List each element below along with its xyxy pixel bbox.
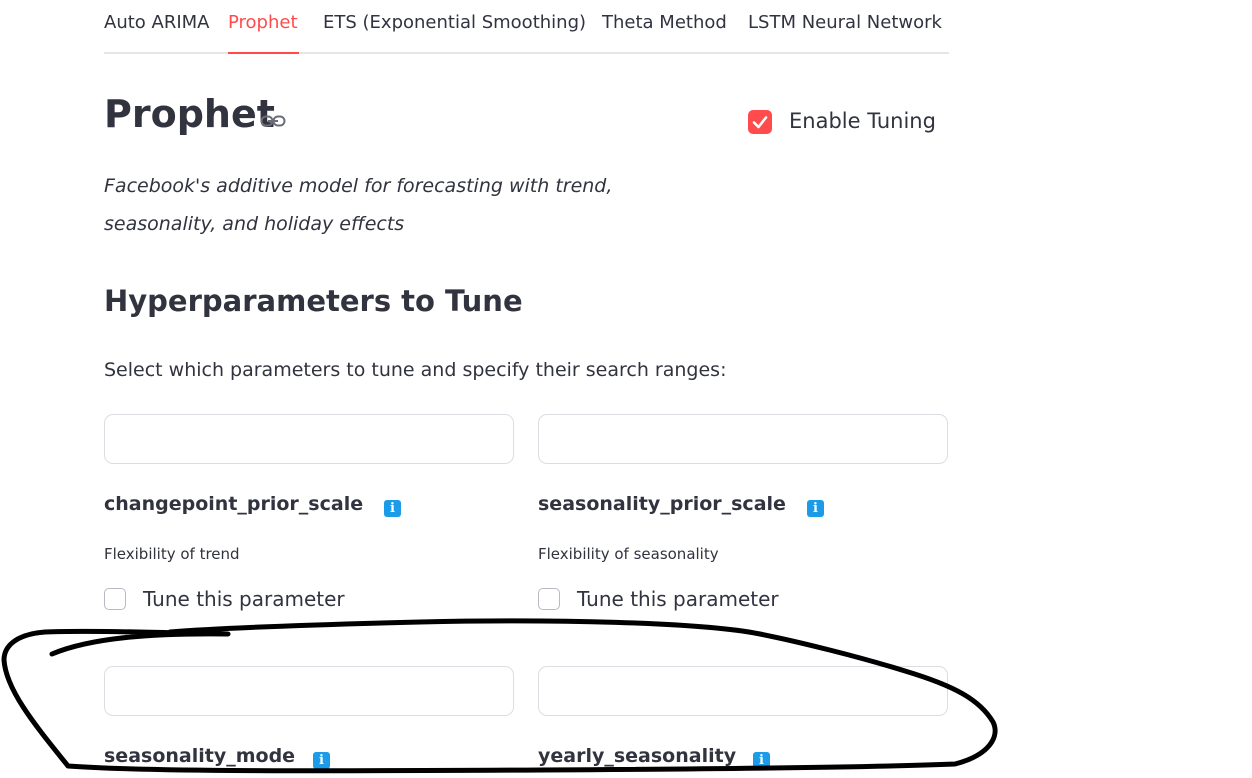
info-icon[interactable]: i xyxy=(384,500,401,517)
link-icon[interactable] xyxy=(260,112,286,130)
enable-tuning-label: Enable Tuning xyxy=(789,109,936,133)
changepoint-range-input[interactable] xyxy=(104,414,514,464)
model-tabs: Auto ARIMA Prophet ETS (Exponential Smoo… xyxy=(104,0,949,54)
yearly-seasonality-input[interactable] xyxy=(538,666,948,716)
tab-auto-arima[interactable]: Auto ARIMA xyxy=(104,12,210,33)
hyperparameters-intro: Select which parameters to tune and spec… xyxy=(104,359,727,381)
hyperparameters-heading: Hyperparameters to Tune xyxy=(104,284,523,318)
param-name-seasonality-mode: seasonality_mode xyxy=(104,745,296,767)
tune-label: Tune this parameter xyxy=(577,587,779,611)
param-name-changepoint-prior-scale: changepoint_prior_scale xyxy=(104,493,364,515)
tab-ets[interactable]: ETS (Exponential Smoothing) xyxy=(323,12,586,33)
param-name-yearly-seasonality: yearly_seasonality xyxy=(538,745,737,767)
model-description: Facebook's additive model for forecastin… xyxy=(104,167,664,243)
tab-theta-method[interactable]: Theta Method xyxy=(602,12,727,33)
active-tab-indicator xyxy=(228,52,299,54)
tune-label: Tune this parameter xyxy=(143,587,345,611)
seasonality-mode-input[interactable] xyxy=(104,666,514,716)
checkbox-icon[interactable] xyxy=(538,588,560,610)
param-name-seasonality-prior-scale: seasonality_prior_scale xyxy=(538,493,786,515)
checkbox-checked-icon[interactable] xyxy=(748,110,772,134)
tab-lstm[interactable]: LSTM Neural Network xyxy=(748,12,942,33)
param-desc-seasonality-prior-scale: Flexibility of seasonality xyxy=(538,545,719,563)
info-icon[interactable]: i xyxy=(753,752,770,769)
seasonality-prior-range-input[interactable] xyxy=(538,414,948,464)
description-line-2: seasonality, and holiday effects xyxy=(104,213,405,235)
checkbox-icon[interactable] xyxy=(104,588,126,610)
page-title: Prophet xyxy=(104,92,275,136)
info-icon[interactable]: i xyxy=(313,752,330,769)
description-line-1: Facebook's additive model for forecastin… xyxy=(104,175,613,197)
tab-prophet[interactable]: Prophet xyxy=(228,12,298,33)
param-desc-changepoint-prior-scale: Flexibility of trend xyxy=(104,545,240,563)
info-icon[interactable]: i xyxy=(807,500,824,517)
